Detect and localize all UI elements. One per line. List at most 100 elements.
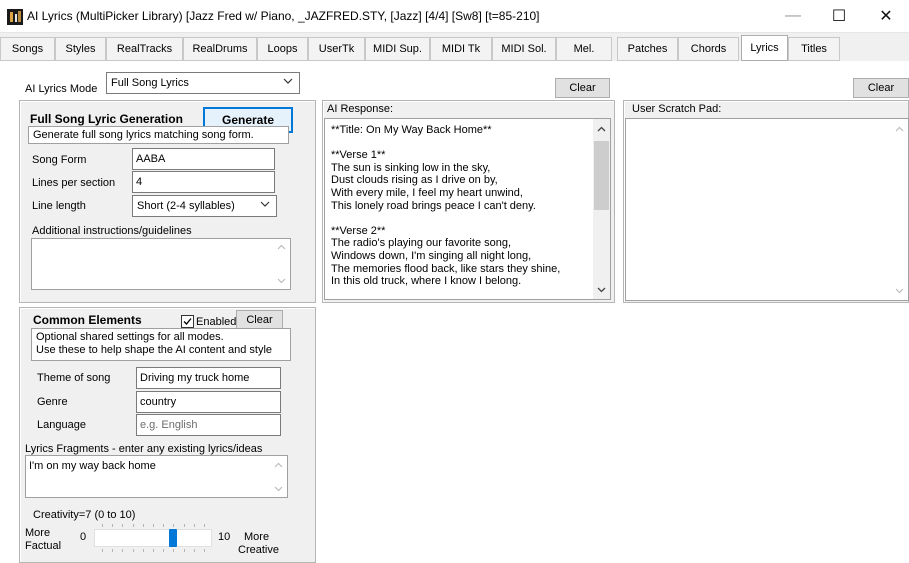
scroll-thumb[interactable] [594, 141, 609, 210]
scroll-up-icon[interactable] [274, 461, 283, 470]
creativity-label: Creativity=7 (0 to 10) [33, 509, 136, 521]
common-clear-button[interactable]: Clear [236, 310, 283, 330]
scroll-down-icon[interactable] [277, 276, 286, 285]
slider-tick [142, 549, 144, 552]
slider-tick [163, 524, 165, 527]
fragments-scrollbar[interactable] [270, 456, 287, 497]
ai-response-line: **Title: On My Way Back Home** [331, 124, 492, 136]
slider-tick [142, 524, 144, 527]
instructions-label: Additional instructions/guidelines [32, 225, 192, 237]
common-description-line1: Optional shared settings for all modes. [36, 331, 224, 343]
mode-value: Full Song Lyrics [111, 77, 189, 89]
tab-midi-sup[interactable]: MIDI Sup. [365, 37, 430, 61]
line-length-value: Short (2-4 syllables) [137, 200, 235, 212]
ai-response-line: The memories flood back, like stars they… [331, 262, 561, 275]
tab-lyrics[interactable]: Lyrics [741, 35, 788, 61]
slider-tick [173, 524, 175, 527]
close-button[interactable]: ✕ [863, 0, 909, 32]
line-length-select[interactable]: Short (2-4 syllables) [132, 195, 277, 217]
ai-response-clear-button[interactable]: Clear [555, 78, 610, 98]
slider-tick [122, 549, 124, 552]
common-description: Optional shared settings for all modes. … [31, 328, 291, 361]
scroll-up-icon[interactable] [597, 125, 606, 134]
slider-tick [153, 524, 154, 527]
slider-tick [193, 524, 195, 527]
scroll-down-icon[interactable] [274, 484, 283, 493]
fragments-textarea[interactable]: I'm on my way back home [25, 455, 288, 498]
scratch-label: User Scratch Pad: [632, 103, 722, 115]
enabled-label: Enabled [196, 316, 237, 328]
scratch-clear-button[interactable]: Clear [853, 78, 909, 98]
ai-response-line: The radio's playing our favorite song, [331, 237, 512, 250]
genre-label: Genre [37, 396, 68, 408]
lines-per-section-input[interactable]: 4 [132, 171, 275, 193]
instructions-scrollbar[interactable] [273, 239, 290, 289]
tab-mel[interactable]: Mel. [556, 37, 612, 61]
tab-chords[interactable]: Chords [678, 37, 739, 61]
fragments-label: Lyrics Fragments - enter any existing ly… [25, 443, 263, 455]
lines-per-section-label: Lines per section [32, 177, 116, 189]
song-form-label: Song Form [32, 154, 87, 166]
slider-tick [173, 549, 175, 552]
slider-tick [122, 524, 124, 527]
tab-midi-tk[interactable]: MIDI Tk [430, 37, 492, 61]
creativity-max-label: 10 [218, 531, 231, 543]
ai-response-line: In this old truck, where I know I belong… [331, 275, 522, 288]
instructions-textarea[interactable] [31, 238, 291, 290]
maximize-button[interactable]: ☐ [816, 0, 862, 32]
slider-tick [193, 549, 195, 552]
creativity-slider[interactable] [94, 523, 212, 553]
ai-response-textarea[interactable]: **Title: On My Way Back Home** **Verse 1*… [324, 118, 611, 300]
chevron-down-icon [283, 78, 293, 84]
slider-tick [132, 524, 134, 527]
generation-heading: Full Song Lyric Generation [30, 112, 183, 126]
line-length-label: Line length [32, 200, 86, 212]
slider-tick [112, 549, 114, 552]
ai-response-line: Dust clouds rising as I drive on by, [331, 174, 498, 187]
minimize-button[interactable]: — [770, 0, 816, 32]
tab-songs[interactable]: Songs [0, 37, 55, 61]
ai-response-line: **Verse 2** [331, 224, 386, 237]
scratch-scrollbar[interactable] [891, 119, 908, 300]
common-description-line2: Use these to help shape the AI content a… [36, 344, 273, 356]
language-input[interactable]: e.g. English [136, 414, 281, 436]
common-heading: Common Elements [33, 313, 142, 327]
more-creative-line2: Creative [238, 544, 279, 556]
ai-response-scrollbar[interactable] [593, 119, 610, 299]
tab-usertk[interactable]: UserTk [308, 37, 365, 61]
mode-label: AI Lyrics Mode [25, 83, 98, 95]
scroll-up-icon[interactable] [895, 125, 904, 134]
theme-label: Theme of song [37, 372, 111, 384]
scroll-up-icon[interactable] [277, 243, 286, 252]
ai-response-line: With every mile, I feel my heart unwind, [331, 187, 523, 199]
song-form-input[interactable]: AABA [132, 148, 275, 170]
slider-tick [112, 524, 114, 527]
tab-bar: Songs Styles RealTracks RealDrums Loops … [0, 32, 909, 61]
creativity-min-label: 0 [80, 531, 87, 543]
tab-loops[interactable]: Loops [257, 37, 308, 61]
slider-tick [163, 549, 165, 552]
enabled-checkbox[interactable] [181, 315, 194, 328]
slider-tick [204, 524, 205, 527]
tab-titles[interactable]: Titles [788, 37, 840, 61]
tab-realdrums[interactable]: RealDrums [183, 37, 257, 61]
tab-patches[interactable]: Patches [617, 37, 678, 61]
tab-styles[interactable]: Styles [55, 37, 106, 61]
app-icon [7, 9, 23, 25]
more-factual-line2: Factual [25, 540, 62, 552]
tab-midi-sol[interactable]: MIDI Sol. [492, 37, 556, 61]
slider-tick [183, 524, 185, 527]
theme-input[interactable]: Driving my truck home [136, 367, 281, 389]
scroll-down-icon[interactable] [597, 285, 606, 294]
slider-tick [183, 549, 185, 552]
ai-response-line: Windows down, I'm singing all night long… [331, 250, 532, 262]
genre-input[interactable]: country [136, 391, 281, 413]
mode-select[interactable]: Full Song Lyrics [106, 72, 300, 94]
ai-response-line: The sun is sinking low in the sky, [331, 161, 491, 174]
tab-realtracks[interactable]: RealTracks [106, 37, 183, 61]
scroll-down-icon[interactable] [895, 286, 904, 295]
scratch-textarea[interactable] [625, 118, 909, 301]
ai-response-line: This lonely road brings peace I can't de… [331, 199, 536, 212]
slider-thumb[interactable] [169, 529, 178, 547]
checkmark-icon [183, 318, 192, 325]
